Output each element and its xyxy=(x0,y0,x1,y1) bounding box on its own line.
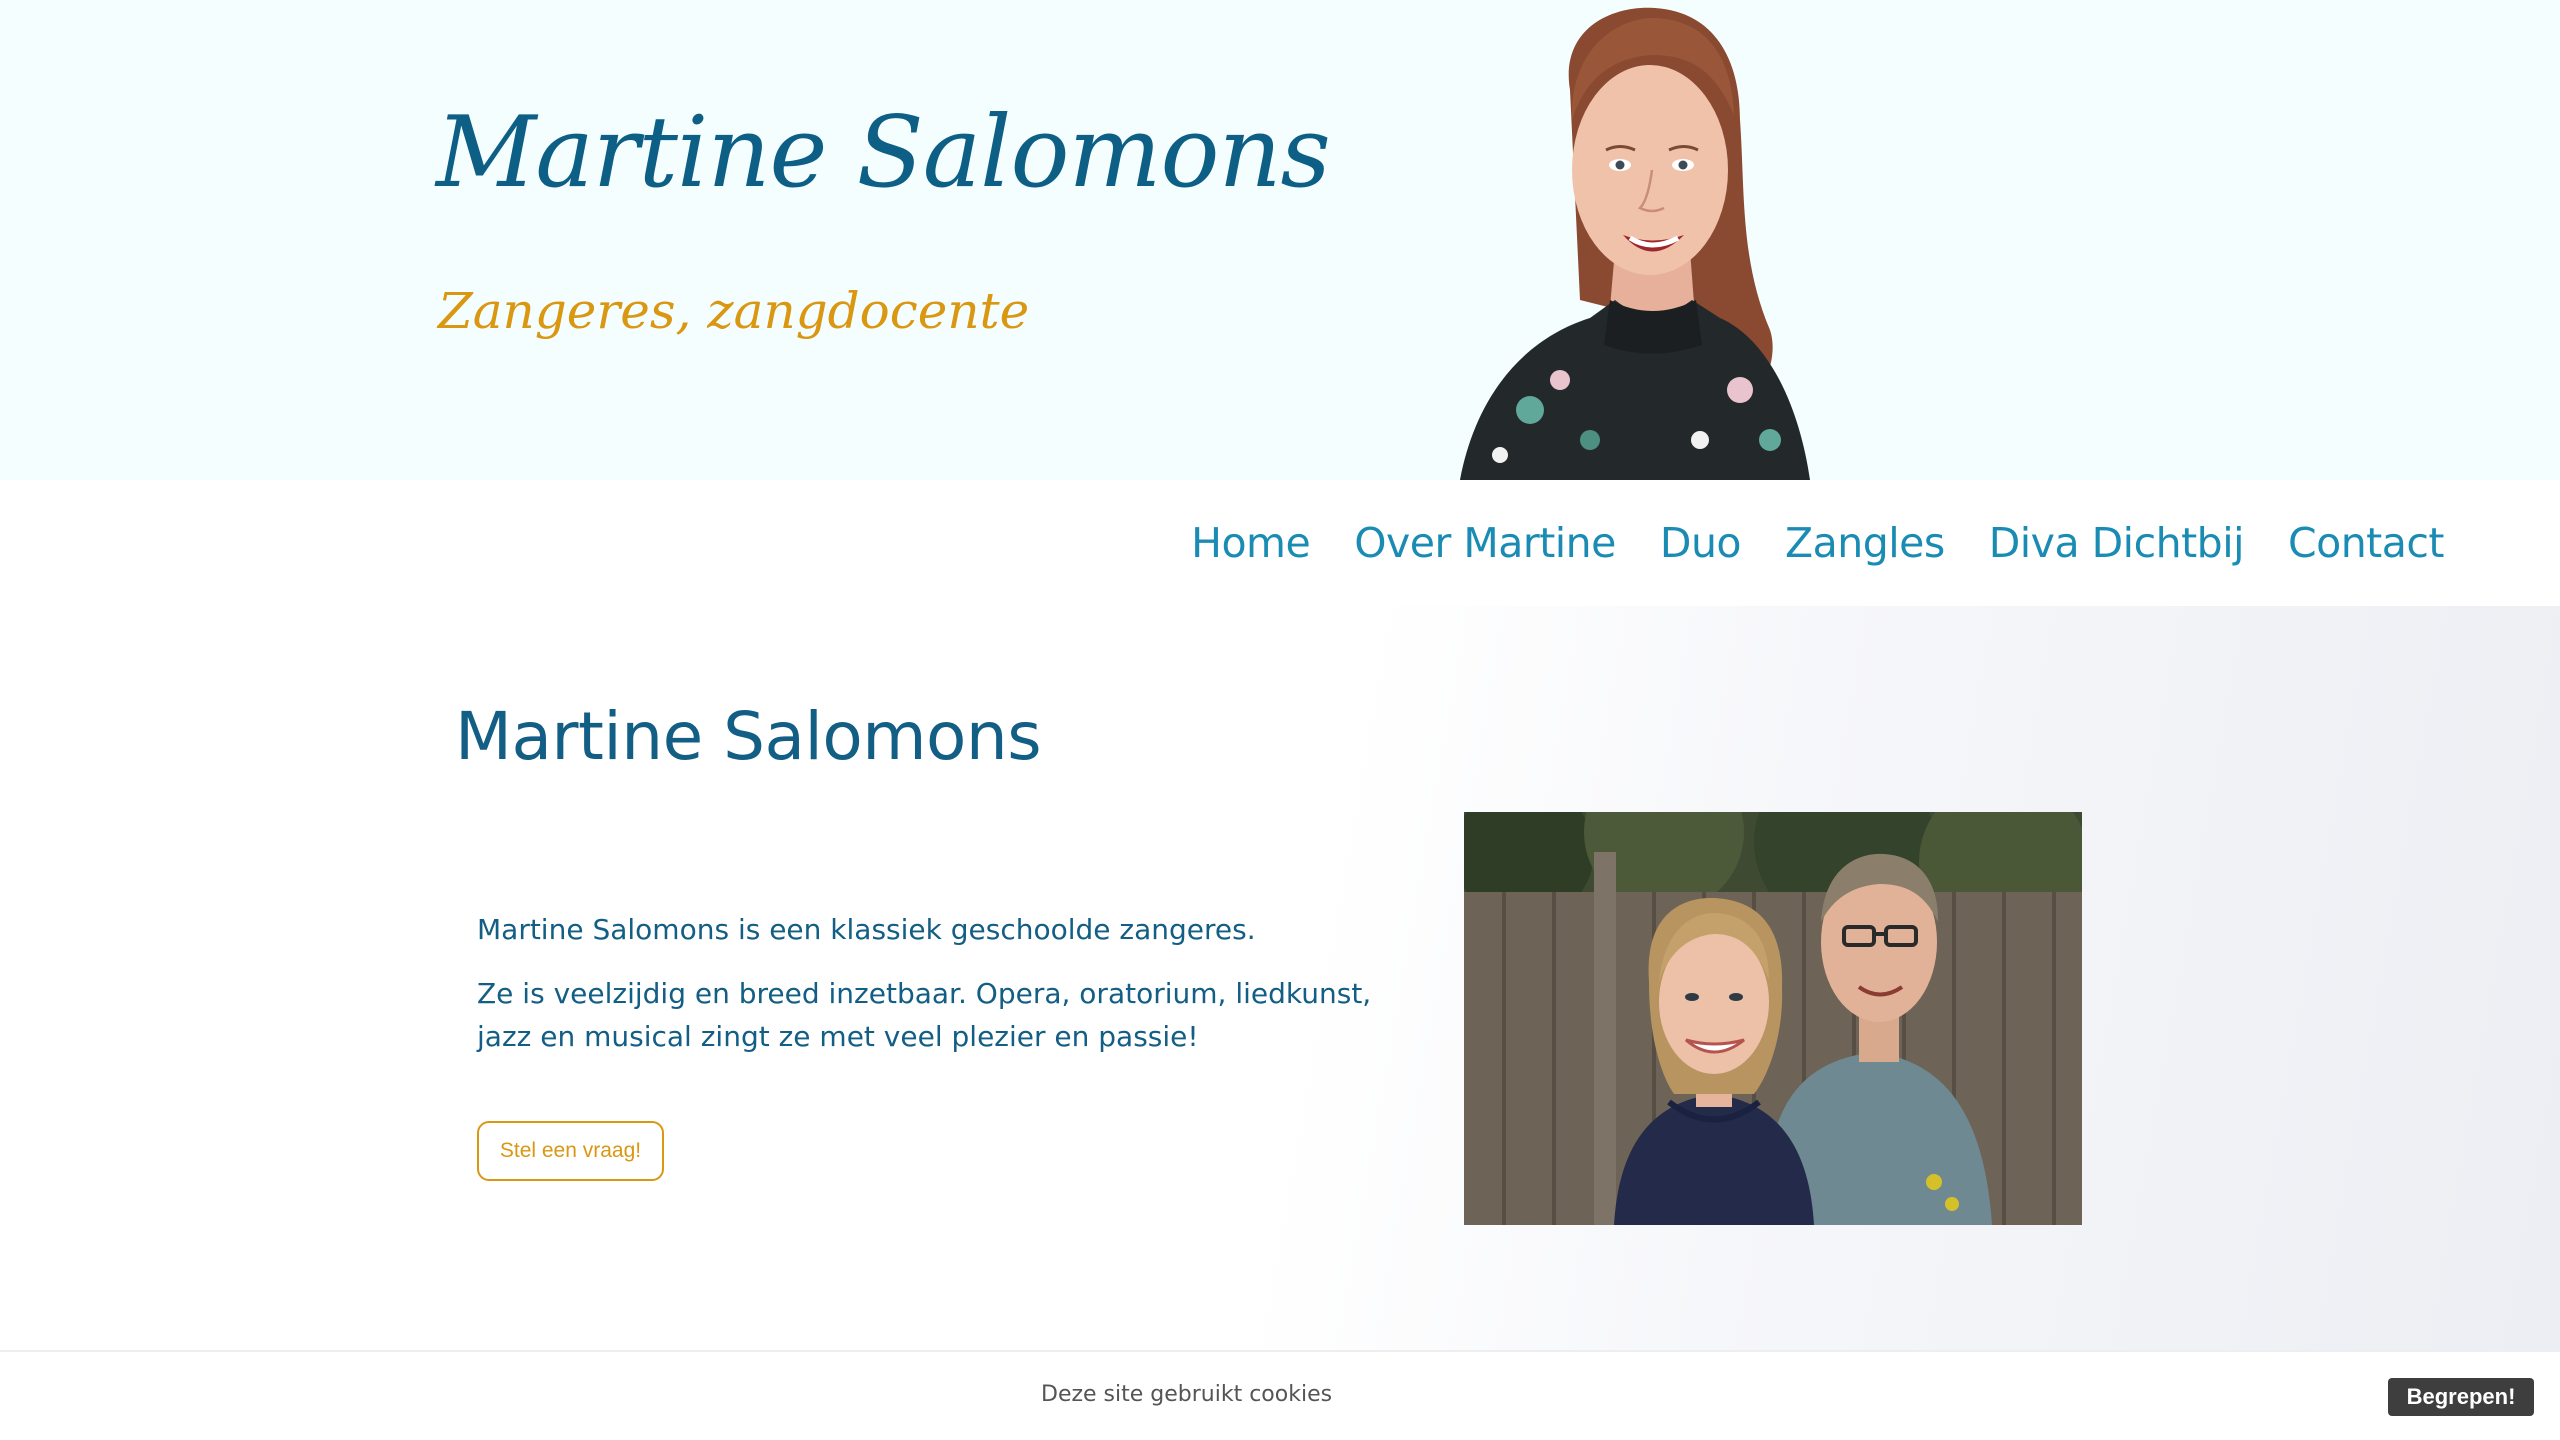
nav-item-over-martine[interactable]: Over Martine xyxy=(1354,519,1616,567)
portrait-photo xyxy=(1460,7,1810,480)
site-header: Martine Salomons Zangeres, zangdocente xyxy=(0,0,2560,480)
cookie-accept-button[interactable]: Begrepen! xyxy=(2388,1378,2534,1416)
site-title[interactable]: Martine Salomons xyxy=(436,99,1331,208)
ask-question-button[interactable]: Stel een vraag! xyxy=(477,1121,664,1181)
nav-item-zangles[interactable]: Zangles xyxy=(1785,519,1945,567)
site-tagline: Zangeres, zangdocente xyxy=(438,282,1030,340)
nav-item-diva-dichtbij[interactable]: Diva Dichtbij xyxy=(1989,519,2245,567)
intro-paragraph: Ze is veelzijdig en breed inzetbaar. Ope… xyxy=(477,977,1372,1053)
cookie-bar: Deze site gebruikt cookies Begrepen! xyxy=(0,1350,2560,1440)
intro-paragraph: Martine Salomons is een klassiek geschoo… xyxy=(477,913,1256,946)
page-title: Martine Salomons xyxy=(455,698,1042,775)
nav-item-duo[interactable]: Duo xyxy=(1660,519,1742,567)
nav-item-home[interactable]: Home xyxy=(1191,519,1311,567)
main-content: Martine Salomons Martine Salomons is een… xyxy=(0,606,2560,1350)
nav-list: Home Over Martine Duo Zangles Diva Dicht… xyxy=(1147,480,2444,606)
nav-item-contact[interactable]: Contact xyxy=(2288,519,2445,567)
duo-photo xyxy=(1464,812,2082,1225)
main-navigation: Home Over Martine Duo Zangles Diva Dicht… xyxy=(0,480,2560,606)
intro-text: Martine Salomons is een klassiek geschoo… xyxy=(477,908,1407,1079)
cookie-message: Deze site gebruikt cookies xyxy=(1041,1382,1333,1407)
